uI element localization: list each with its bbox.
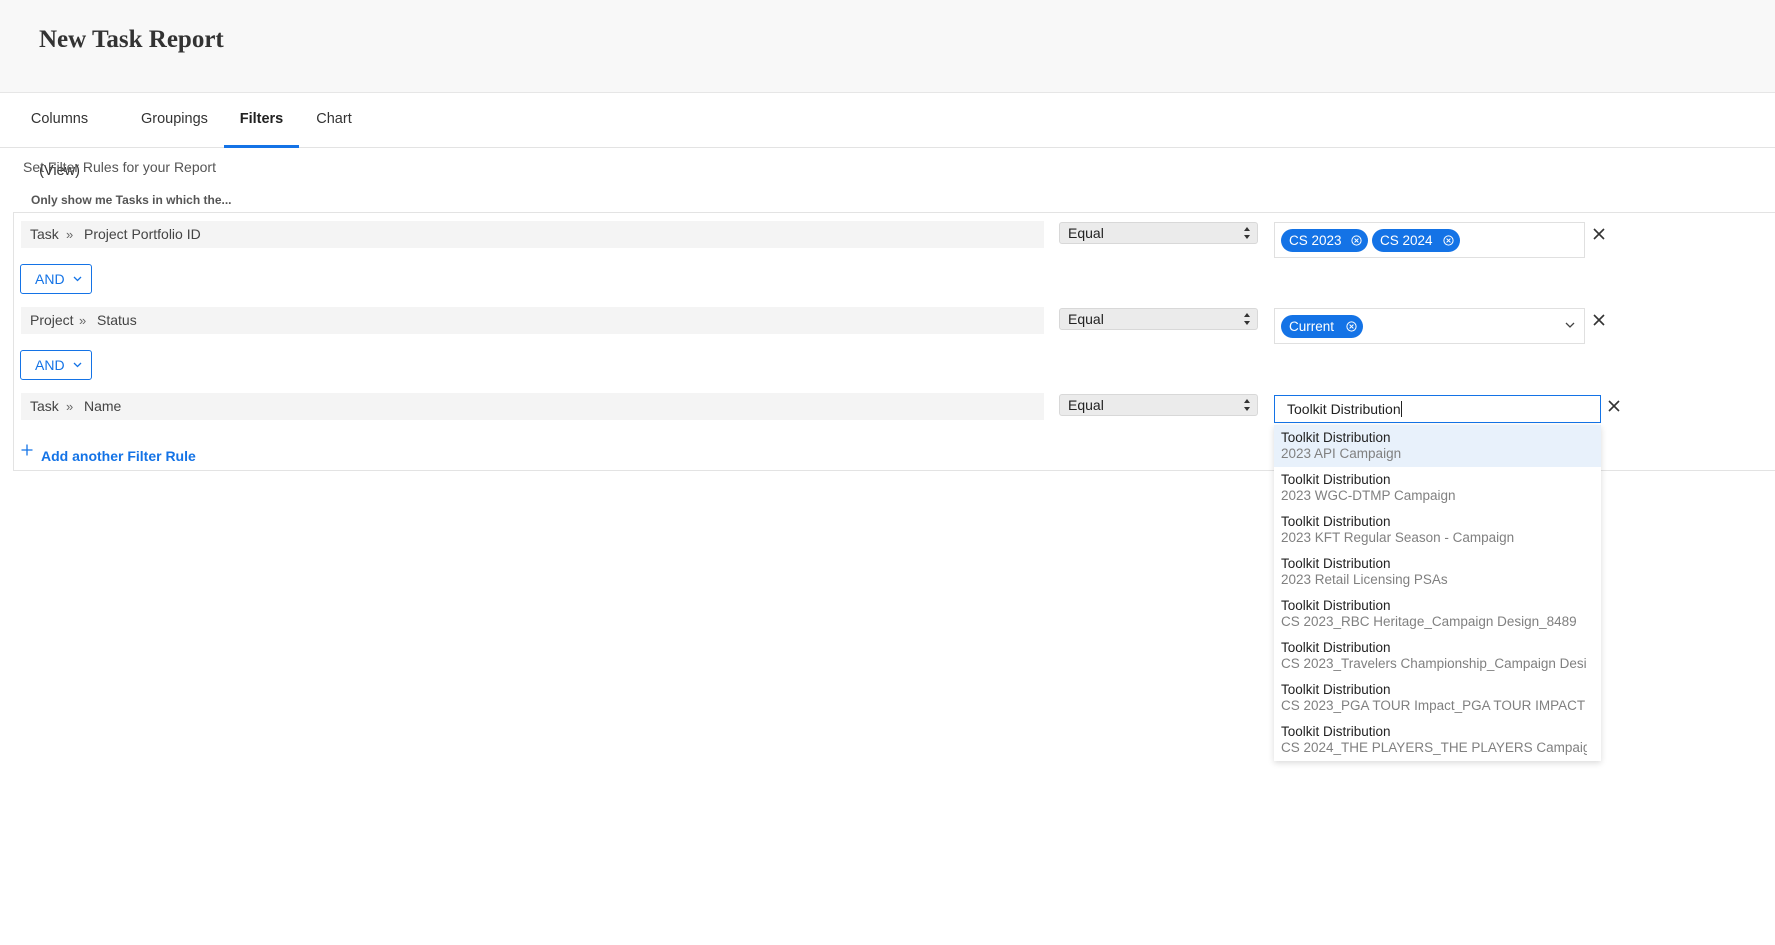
suggestion-title: Toolkit Distribution: [1281, 598, 1391, 613]
suggestion-title: Toolkit Distribution: [1281, 724, 1391, 739]
and-connector-1[interactable]: AND: [20, 264, 92, 294]
suggestion-title: Toolkit Distribution: [1281, 682, 1391, 697]
remove-rule-3-icon[interactable]: [1608, 400, 1620, 412]
select-arrows-icon: [1244, 399, 1250, 411]
remove-rule-2-icon[interactable]: [1593, 314, 1605, 326]
and-connector-label: AND: [35, 357, 65, 373]
value-pill: Current: [1281, 315, 1363, 338]
double-chevron-right-icon: »: [66, 227, 74, 242]
tab-filters[interactable]: Filters: [224, 93, 299, 148]
rule-1-value-box[interactable]: CS 2023 CS 2024: [1274, 222, 1585, 258]
suggestion-subtitle: CS 2024_THE PLAYERS_THE PLAYERS Campaign: [1281, 740, 1587, 755]
rule-2-value-box[interactable]: Current: [1274, 308, 1585, 344]
suggestion-option[interactable]: Toolkit Distribution 2023 KFT Regular Se…: [1274, 509, 1601, 551]
tab-chart[interactable]: Chart: [316, 93, 352, 147]
double-chevron-right-icon: »: [66, 399, 74, 414]
suggestion-subtitle: 2023 WGC-DTMP Campaign: [1281, 488, 1456, 503]
rule-2-field[interactable]: Project » Status: [21, 307, 1044, 334]
and-connector-2[interactable]: AND: [20, 350, 92, 380]
suggestion-option[interactable]: Toolkit Distribution CS 2023_Travelers C…: [1274, 635, 1601, 677]
suggestion-option[interactable]: Toolkit Distribution 2023 Retail Licensi…: [1274, 551, 1601, 593]
suggestion-title: Toolkit Distribution: [1281, 430, 1391, 445]
suggestion-option[interactable]: Toolkit Distribution 2023 API Campaign: [1274, 425, 1601, 467]
tab-columns-view[interactable]: Columns (View): [11, 93, 108, 179]
rule-2-field-name: Status: [97, 312, 137, 328]
rule-1-operator-select[interactable]: Equal: [1059, 222, 1258, 244]
rule-2-operator-select[interactable]: Equal: [1059, 308, 1258, 330]
chevron-down-icon: [73, 276, 82, 282]
suggestion-title: Toolkit Distribution: [1281, 514, 1391, 529]
rule-1-operator: Equal: [1068, 225, 1104, 241]
chevron-down-icon[interactable]: [1565, 322, 1575, 329]
rule-3-operator: Equal: [1068, 397, 1104, 413]
suggestion-subtitle: 2023 KFT Regular Season - Campaign: [1281, 530, 1515, 545]
rule-2-operator: Equal: [1068, 311, 1104, 327]
value-pill: CS 2023: [1281, 229, 1368, 252]
value-pill: CS 2024: [1372, 229, 1460, 252]
rule-3-object: Task: [30, 398, 59, 414]
suggestion-option[interactable]: Toolkit Distribution 2023 WGC-DTMP Campa…: [1274, 467, 1601, 509]
tab-bar: Columns (View) Groupings Filters Chart: [0, 93, 1775, 179]
select-arrows-icon: [1244, 227, 1250, 239]
rule-3-field-name: Name: [84, 398, 122, 414]
suggestion-subtitle: CS 2023_PGA TOUR Impact_PGA TOUR IMPACT: [1281, 698, 1586, 713]
suggestion-title: Toolkit Distribution: [1281, 556, 1391, 571]
filter-rules-subtitle: Set Filter Rules for your Report: [23, 159, 216, 175]
remove-pill-icon[interactable]: [1351, 235, 1362, 246]
remove-pill-icon[interactable]: [1443, 235, 1454, 246]
rule-3-input-text: Toolkit Distribution: [1287, 401, 1401, 417]
rule-1-field-name: Project Portfolio ID: [84, 226, 201, 242]
suggestion-subtitle: CS 2023_RBC Heritage_Campaign Design_848…: [1281, 614, 1577, 629]
value-pill-label: CS 2023: [1289, 233, 1342, 248]
suggestion-subtitle: 2023 Retail Licensing PSAs: [1281, 572, 1448, 587]
rule-3-value-input[interactable]: Toolkit Distribution: [1274, 395, 1601, 423]
and-connector-label: AND: [35, 271, 65, 287]
suggestion-subtitle: CS 2023_Travelers Championship_Campaign …: [1281, 656, 1587, 671]
suggestion-title: Toolkit Distribution: [1281, 640, 1391, 655]
value-pill-label: CS 2024: [1380, 233, 1433, 248]
add-filter-rule-label: Add another Filter Rule: [41, 448, 196, 464]
chevron-down-icon: [73, 362, 82, 368]
rule-3-field[interactable]: Task » Name: [21, 393, 1044, 420]
filter-caption: Only show me Tasks in which the...: [31, 193, 232, 207]
suggestion-title: Toolkit Distribution: [1281, 472, 1391, 487]
select-arrows-icon: [1244, 313, 1250, 325]
double-chevron-right-icon: »: [79, 313, 87, 328]
remove-rule-1-icon[interactable]: [1593, 228, 1605, 240]
suggestion-option[interactable]: Toolkit Distribution CS 2024_THE PLAYERS…: [1274, 719, 1601, 761]
rule-2-object: Project: [30, 312, 74, 328]
remove-pill-icon[interactable]: [1346, 321, 1357, 332]
suggestion-option[interactable]: Toolkit Distribution CS 2023_RBC Heritag…: [1274, 593, 1601, 635]
plus-icon: [21, 444, 33, 456]
tab-groupings[interactable]: Groupings: [141, 93, 208, 147]
text-caret: [1400, 401, 1402, 417]
rule-1-object: Task: [30, 226, 59, 242]
suggestions-dropdown: Toolkit Distribution 2023 API Campaign T…: [1274, 425, 1601, 761]
rule-1-field[interactable]: Task » Project Portfolio ID: [21, 221, 1044, 248]
suggestion-subtitle: 2023 API Campaign: [1281, 446, 1402, 461]
report-header: New Task Report: [0, 0, 1775, 93]
suggestion-option[interactable]: Toolkit Distribution CS 2023_PGA TOUR Im…: [1274, 677, 1601, 719]
value-pill-label: Current: [1289, 319, 1335, 334]
rule-3-operator-select[interactable]: Equal: [1059, 394, 1258, 416]
page-title: New Task Report: [39, 26, 224, 53]
